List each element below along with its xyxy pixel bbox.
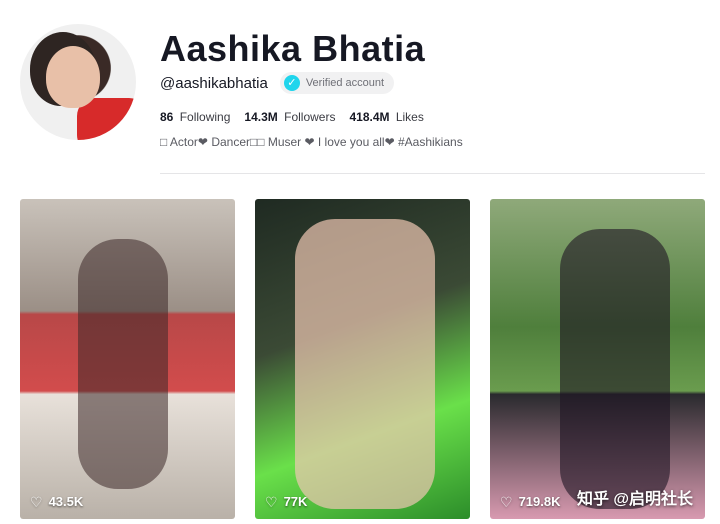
profile-stats: 86 Following 14.3M Followers 418.4M Like… — [160, 110, 424, 124]
video-likes-count: 719.8K — [518, 494, 561, 509]
profile-bio: □ Actor❤ Dancer□□ Muser ❤ I love you all… — [160, 135, 463, 149]
profile-name: Aashika Bhatia — [160, 28, 426, 69]
followers-count: 14.3M — [244, 110, 278, 124]
divider — [160, 173, 705, 174]
video-likes: ♡ 719.8K — [500, 494, 560, 509]
following-count: 86 — [160, 110, 174, 124]
video-likes: ♡ 43.5K — [30, 494, 83, 509]
verified-badge: ✓ Verified account — [279, 72, 395, 94]
video-thumbnail — [295, 219, 435, 509]
heart-outline-icon: ♡ — [30, 493, 43, 510]
likes-count: 418.4M — [349, 110, 390, 124]
verified-label: Verified account — [305, 77, 385, 89]
handle-row: @aashikabhatia ✓ Verified account — [160, 72, 395, 94]
followers-label: Followers — [284, 110, 336, 124]
video-card[interactable]: ♡ 77K — [255, 199, 470, 519]
verified-check-icon: ✓ — [283, 75, 300, 91]
following-label: Following — [179, 110, 231, 124]
following-stat[interactable]: 86 Following — [160, 110, 230, 124]
likes-label: Likes — [395, 110, 424, 124]
profile-handle: @aashikabhatia — [160, 74, 268, 92]
video-thumbnail — [560, 229, 670, 509]
video-card[interactable]: ♡ 43.5K — [20, 199, 235, 519]
video-thumbnail — [78, 239, 168, 489]
followers-stat[interactable]: 14.3M Followers — [244, 110, 335, 124]
video-likes-count: 43.5K — [48, 494, 84, 509]
profile-avatar[interactable] — [20, 24, 136, 140]
heart-outline-icon: ♡ — [265, 493, 278, 510]
heart-outline-icon: ♡ — [500, 493, 513, 510]
likes-stat: 418.4M Likes — [349, 110, 423, 124]
video-likes-count: 77K — [283, 494, 308, 509]
watermark: 知乎 @启明社长 — [576, 491, 693, 508]
video-likes: ♡ 77K — [265, 494, 307, 509]
video-card[interactable]: ♡ 719.8K 知乎 @启明社长 — [490, 199, 705, 519]
